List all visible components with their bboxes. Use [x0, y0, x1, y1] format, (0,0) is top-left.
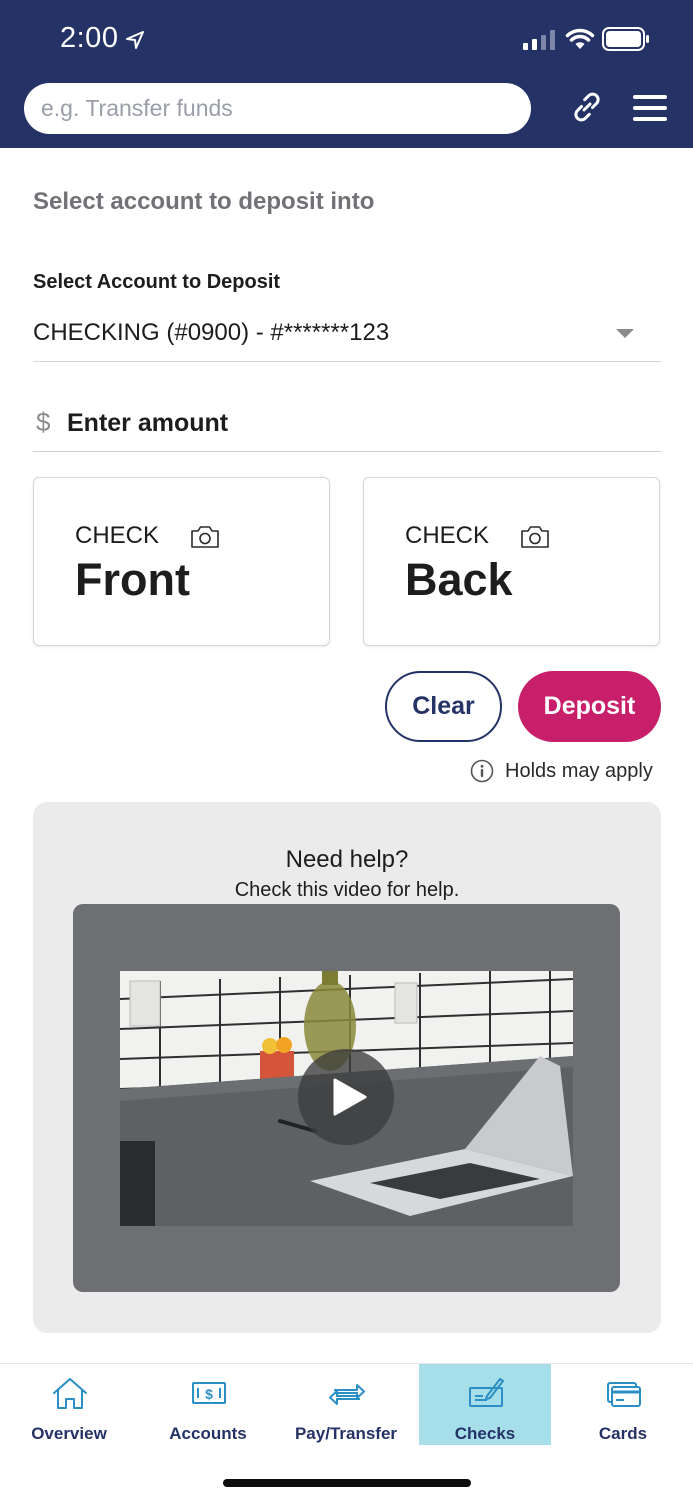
- transfer-arrows-icon: [329, 1384, 365, 1405]
- help-title: Need help?: [285, 846, 409, 873]
- search-bar[interactable]: [24, 83, 531, 134]
- wifi-icon: [565, 28, 595, 49]
- account-dropdown[interactable]: CHECKING (#0900) - #*******123: [33, 310, 661, 362]
- holds-text: Holds may apply: [505, 759, 653, 782]
- hamburger-menu-icon[interactable]: [633, 94, 667, 122]
- dollar-sign-icon: $: [36, 407, 51, 437]
- account-dropdown-value: CHECKING (#0900) - #*******123: [33, 319, 390, 346]
- tab-accounts[interactable]: $ Accounts: [142, 1364, 274, 1445]
- tab-checks[interactable]: Checks: [419, 1364, 551, 1445]
- page-title: Select account to deposit into: [33, 188, 375, 215]
- check-front-caption: CHECK: [75, 522, 160, 549]
- dollar-bill-icon: $: [192, 1382, 226, 1404]
- tab-cards-label: Cards: [598, 1424, 648, 1443]
- check-back-capture[interactable]: CHECK Back: [363, 477, 660, 646]
- amount-placeholder: Enter amount: [67, 409, 229, 437]
- tab-overview-label: Overview: [31, 1424, 107, 1443]
- tab-pay-transfer-label: Pay/Transfer: [294, 1424, 398, 1443]
- caret-down-icon: [616, 329, 634, 338]
- link-icon[interactable]: [568, 88, 606, 126]
- status-time: 2:00: [60, 22, 119, 54]
- location-arrow-icon: [126, 31, 144, 49]
- camera-icon: [191, 526, 219, 548]
- info-icon[interactable]: [470, 759, 494, 783]
- signal-icon: [523, 30, 555, 50]
- tab-pay-transfer[interactable]: Pay/Transfer: [280, 1364, 412, 1445]
- camera-icon: [521, 526, 549, 548]
- home-indicator: [223, 1479, 471, 1487]
- clear-button[interactable]: Clear: [385, 671, 502, 742]
- holds-note: Holds may apply: [470, 758, 653, 784]
- tab-accounts-label: Accounts: [169, 1424, 247, 1443]
- tab-checks-label: Checks: [454, 1424, 516, 1443]
- check-back-title: Back: [405, 554, 513, 605]
- deposit-button[interactable]: Deposit: [518, 671, 661, 742]
- help-video-player[interactable]: [73, 904, 620, 1292]
- search-input[interactable]: [41, 95, 531, 122]
- amount-input[interactable]: $ Enter amount: [33, 400, 661, 452]
- check-sign-icon: [469, 1378, 504, 1407]
- check-back-caption: CHECK: [405, 522, 490, 549]
- check-front-title: Front: [75, 554, 190, 605]
- play-button[interactable]: [298, 1049, 394, 1145]
- credit-card-icon: [607, 1382, 641, 1407]
- battery-icon: [602, 27, 649, 51]
- help-panel: Need help? Check this video for help.: [33, 802, 661, 1333]
- tab-cards[interactable]: Cards: [557, 1364, 689, 1445]
- help-subtitle: Check this video for help.: [234, 879, 460, 901]
- app-header: 2:00: [0, 0, 693, 148]
- home-icon: [53, 1378, 87, 1409]
- svg-text:$: $: [205, 1386, 213, 1402]
- account-select-label: Select Account to Deposit: [33, 271, 281, 293]
- tab-overview[interactable]: Overview: [3, 1364, 135, 1445]
- play-icon: [333, 1078, 367, 1116]
- check-front-capture[interactable]: CHECK Front: [33, 477, 330, 646]
